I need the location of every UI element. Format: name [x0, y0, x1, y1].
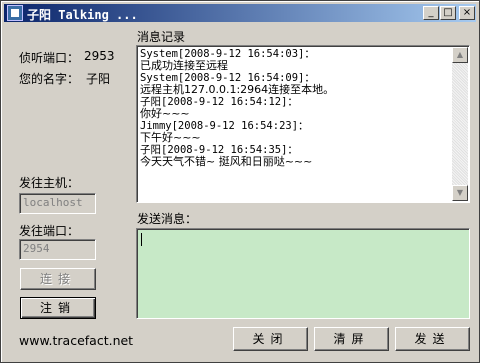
main-window: 子阳 Talking ... _ □ × 侦听端口： 2953 您的名字： 子阳… [0, 0, 480, 363]
close-button[interactable]: 关闭 [233, 327, 308, 351]
listen-port-value: 2953 [84, 49, 115, 63]
send-host-field[interactable]: localhost [19, 193, 96, 214]
listen-port-label: 侦听端口： [19, 51, 80, 65]
app-icon [7, 5, 23, 21]
send-host-label: 发往主机： [19, 176, 80, 190]
your-name-label: 您的名字： [19, 72, 80, 86]
send-port-label: 发往端口： [19, 224, 80, 238]
log-line-message: 今天天气不错~ 挺风和日丽哒~~~ [140, 155, 313, 168]
logout-button[interactable]: 注销 [20, 297, 96, 319]
connect-button[interactable]: 连接 [20, 268, 96, 290]
send-port-field[interactable]: 2954 [19, 239, 96, 260]
send-button[interactable]: 发送 [395, 327, 470, 351]
maximize-button[interactable]: □ [440, 6, 456, 20]
scroll-up-icon[interactable]: ▲ [452, 47, 468, 63]
message-log[interactable]: System[2008-9-12 16:54:03]： 已成功连接至远程 Syste… [136, 45, 470, 203]
log-scrollbar[interactable]: ▲ ▼ [452, 47, 468, 201]
window-title: 子阳 Talking ... [27, 8, 138, 22]
your-name-value: 子阳 [86, 72, 111, 86]
log-line-message: 已成功连接至远程 [140, 59, 228, 72]
minimize-button[interactable]: _ [423, 6, 439, 20]
website-link[interactable]: www.tracefact.net [19, 333, 133, 348]
compose-message-input[interactable] [136, 228, 470, 319]
compose-label: 发送消息： [137, 212, 198, 226]
log-label: 消息记录 [137, 30, 186, 44]
scroll-down-icon[interactable]: ▼ [452, 185, 468, 201]
log-line-message: 下午好~~~ [140, 131, 201, 144]
text-caret [141, 233, 142, 246]
log-line-message: 远程主机127.0.0.1:2964连接至本地。 [140, 83, 335, 96]
clear-screen-button[interactable]: 清屏 [314, 327, 389, 351]
close-window-button[interactable]: × [459, 6, 475, 20]
log-content: System[2008-9-12 16:54:03]： 已成功连接至远程 Syste… [140, 48, 450, 198]
title-bar[interactable]: 子阳 Talking ... _ □ × [4, 4, 476, 22]
log-line-message: 你好~~~ [140, 107, 190, 120]
